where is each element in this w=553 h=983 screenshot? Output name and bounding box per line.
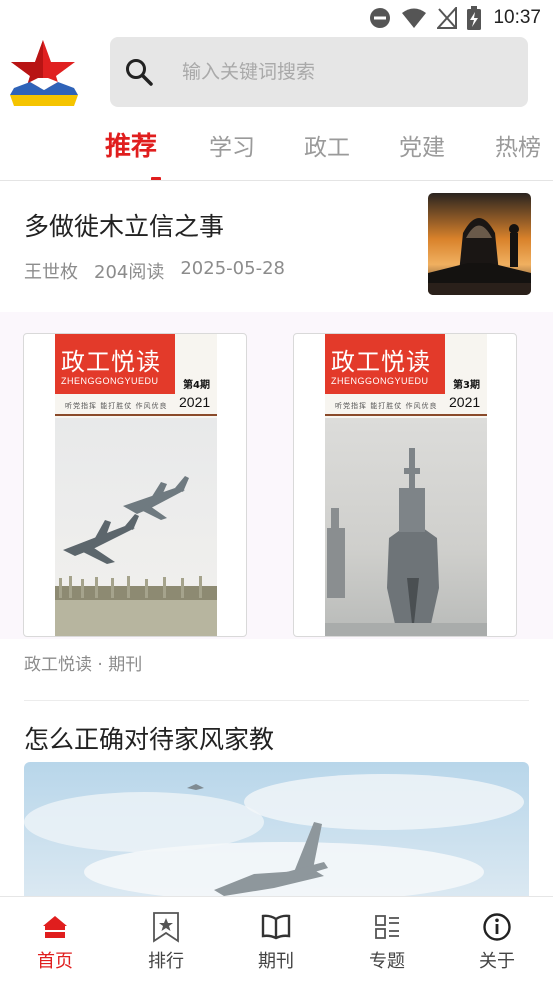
tab-party-building[interactable]: 党建 xyxy=(399,128,445,162)
home-icon xyxy=(43,916,67,938)
nav-label: 排行 xyxy=(148,951,184,972)
article-image[interactable] xyxy=(24,762,529,902)
divider xyxy=(24,700,529,701)
journals-caption[interactable]: 政工悦读 · 期刊 xyxy=(24,650,142,675)
cover-slogan: 听党指挥 能打胜仗 作风优良 xyxy=(335,402,438,410)
search-icon xyxy=(126,59,153,86)
nav-ranking[interactable]: 排行 xyxy=(111,897,221,983)
do-not-disturb-icon xyxy=(370,8,391,28)
app-logo[interactable] xyxy=(8,38,79,108)
article-meta: 王世枚 204阅读 2025-05-28 xyxy=(24,258,285,284)
status-bar: 10:37 xyxy=(0,0,553,36)
cover-slogan: 听党指挥 能打胜仗 作风优良 xyxy=(65,402,168,410)
cover-title: 政工悦读 xyxy=(61,348,161,376)
journal-cover[interactable]: 政工悦读 ZHENGGONGYUEDU 第3期 2021 听党指挥 能打胜仗 作… xyxy=(293,333,517,637)
article-thumbnail xyxy=(428,193,531,295)
search-input[interactable] xyxy=(182,61,502,83)
cover-year: 2021 xyxy=(179,394,211,410)
cover-pinyin: ZHENGGONGYUEDU xyxy=(331,376,429,386)
article-card[interactable]: 多做徙木立信之事 王世枚 204阅读 2025-05-28 xyxy=(0,181,553,309)
category-tabs: 推荐 学习 政工 党建 热榜 xyxy=(0,118,553,181)
cover-issue: 第4期 xyxy=(183,380,210,391)
nav-label: 专题 xyxy=(369,951,405,972)
nav-label: 首页 xyxy=(37,951,73,972)
nav-about[interactable]: 关于 xyxy=(442,897,552,983)
nav-home[interactable]: 首页 xyxy=(0,897,110,983)
nav-label: 关于 xyxy=(479,951,515,972)
tab-recommended[interactable]: 推荐 xyxy=(105,126,157,163)
cover-title: 政工悦读 xyxy=(331,348,431,376)
tab-political-work[interactable]: 政工 xyxy=(304,128,350,162)
cover-rule xyxy=(55,414,217,416)
journal-cover-page: 政工悦读 ZHENGGONGYUEDU 第3期 2021 听党指挥 能打胜仗 作… xyxy=(325,334,487,636)
status-icons: 10:37 xyxy=(369,6,541,30)
journal-cover-page: 政工悦读 ZHENGGONGYUEDU 第4期 2021 听党指挥 能打胜仗 作… xyxy=(55,334,217,636)
info-icon xyxy=(483,913,511,941)
journal-cover[interactable]: 政工悦读 ZHENGGONGYUEDU 第4期 2021 听党指挥 能打胜仗 作… xyxy=(23,333,247,637)
book-icon xyxy=(261,914,291,940)
no-signal-icon xyxy=(437,7,458,29)
wifi-icon xyxy=(402,8,427,28)
cover-year: 2021 xyxy=(449,394,481,410)
clock: 10:37 xyxy=(493,7,541,28)
battery-charging-icon xyxy=(467,6,482,30)
article-title[interactable]: 怎么正确对待家风家教 xyxy=(24,720,274,756)
cover-rule xyxy=(325,414,487,416)
article-date: 2025-05-28 xyxy=(180,258,285,279)
tab-hot-list[interactable]: 热榜 xyxy=(495,128,541,162)
article-reads: 204阅读 xyxy=(94,262,165,283)
article-author: 王世枚 xyxy=(24,262,78,283)
nav-journals[interactable]: 期刊 xyxy=(221,897,331,983)
tab-study[interactable]: 学习 xyxy=(209,128,255,162)
app-screen: 10:37 推荐 学习 政工 党建 热榜 多做徙木立信之事 王世枚 xyxy=(0,0,553,983)
cover-issue: 第3期 xyxy=(453,380,480,391)
search-bar[interactable] xyxy=(110,37,528,107)
nav-topics[interactable]: 专题 xyxy=(332,897,442,983)
cover-pinyin: ZHENGGONGYUEDU xyxy=(61,376,159,386)
nav-label: 期刊 xyxy=(258,951,294,972)
article-title: 多做徙木立信之事 xyxy=(24,212,225,241)
bottom-nav: 首页 排行 期刊 专题 关于 xyxy=(0,896,553,983)
journals-section: 政工悦读 ZHENGGONGYUEDU 第4期 2021 听党指挥 能打胜仗 作… xyxy=(0,312,553,639)
ranking-icon xyxy=(153,912,179,943)
fighter-jets-icon xyxy=(55,418,217,636)
topics-icon xyxy=(375,915,399,939)
warship-icon xyxy=(325,418,487,636)
